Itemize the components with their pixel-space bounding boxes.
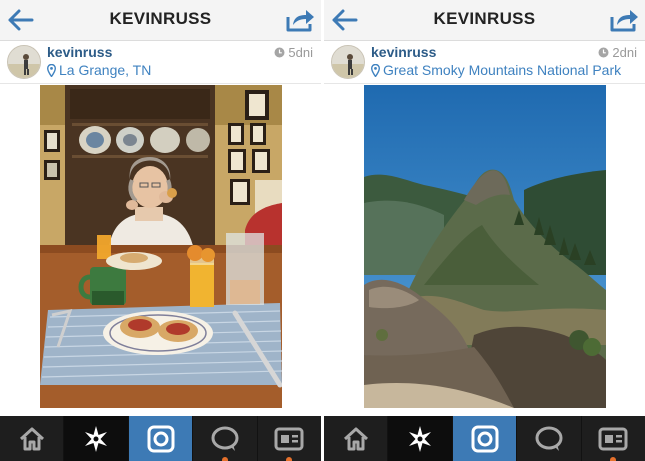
post-time: 5dni [274, 45, 313, 60]
location-pin-icon [47, 64, 56, 77]
avatar[interactable] [7, 45, 41, 79]
clock-icon [274, 47, 285, 58]
share-arrow-icon [610, 10, 638, 32]
tab-explore[interactable] [388, 416, 453, 461]
avatar-image [332, 46, 364, 78]
breakfast-photo [40, 85, 282, 408]
bottom-tab-bar [324, 416, 645, 461]
page-title: KEVINRUSS [433, 9, 536, 28]
notification-dot [221, 457, 228, 461]
tab-camera[interactable] [452, 416, 518, 461]
caption-area [40, 408, 282, 416]
page-title: KEVINRUSS [109, 9, 212, 28]
top-nav-bar: KEVINRUSS [324, 0, 645, 41]
avatar-image [8, 46, 40, 78]
location-link[interactable]: Great Smoky Mountains National Park [371, 62, 621, 78]
time-text: 5dni [288, 45, 313, 60]
home-icon [19, 427, 44, 450]
profile-card-icon [274, 427, 304, 450]
tab-home[interactable] [0, 416, 65, 461]
tab-activity[interactable] [517, 416, 582, 461]
share-arrow-icon [286, 10, 314, 32]
location-text: Great Smoky Mountains National Park [383, 62, 622, 78]
notification-dot [286, 457, 293, 461]
camera-icon [471, 425, 499, 452]
location-pin-icon [371, 64, 380, 77]
share-button[interactable] [285, 7, 317, 33]
post-header: kevinruss Great Smoky Mountains National… [324, 41, 645, 84]
tab-profile[interactable] [582, 416, 645, 461]
post-photo[interactable] [40, 85, 282, 408]
camera-icon [147, 425, 175, 452]
notification-dot [610, 457, 617, 461]
post-panel-left: KEVINRUSS kevinruss La Grange, TN 5dni [0, 0, 321, 461]
tab-home[interactable] [324, 416, 389, 461]
tab-profile[interactable] [258, 416, 321, 461]
post-header: kevinruss La Grange, TN 5dni [0, 41, 321, 84]
avatar[interactable] [331, 45, 365, 79]
time-text: 2dni [612, 45, 637, 60]
username-link[interactable]: kevinruss [371, 44, 436, 60]
home-icon [343, 427, 368, 450]
explore-star-icon [409, 425, 432, 452]
tab-explore[interactable] [64, 416, 129, 461]
caption-area [364, 408, 606, 416]
share-button[interactable] [609, 7, 641, 33]
tab-activity[interactable] [193, 416, 258, 461]
explore-star-icon [85, 425, 108, 452]
post-panel-right: KEVINRUSS kevinruss Great Smoky Mountain… [324, 0, 645, 461]
clock-icon [598, 47, 609, 58]
tab-camera[interactable] [128, 416, 194, 461]
post-time: 2dni [598, 45, 637, 60]
mountain-photo [364, 85, 606, 408]
activity-bubble-icon [535, 426, 563, 451]
post-photo[interactable] [364, 85, 606, 408]
username-link[interactable]: kevinruss [47, 44, 112, 60]
bottom-tab-bar [0, 416, 321, 461]
profile-card-icon [598, 427, 628, 450]
activity-bubble-icon [211, 426, 239, 451]
location-link[interactable]: La Grange, TN [47, 62, 151, 78]
top-nav-bar: KEVINRUSS [0, 0, 321, 41]
location-text: La Grange, TN [59, 62, 152, 78]
